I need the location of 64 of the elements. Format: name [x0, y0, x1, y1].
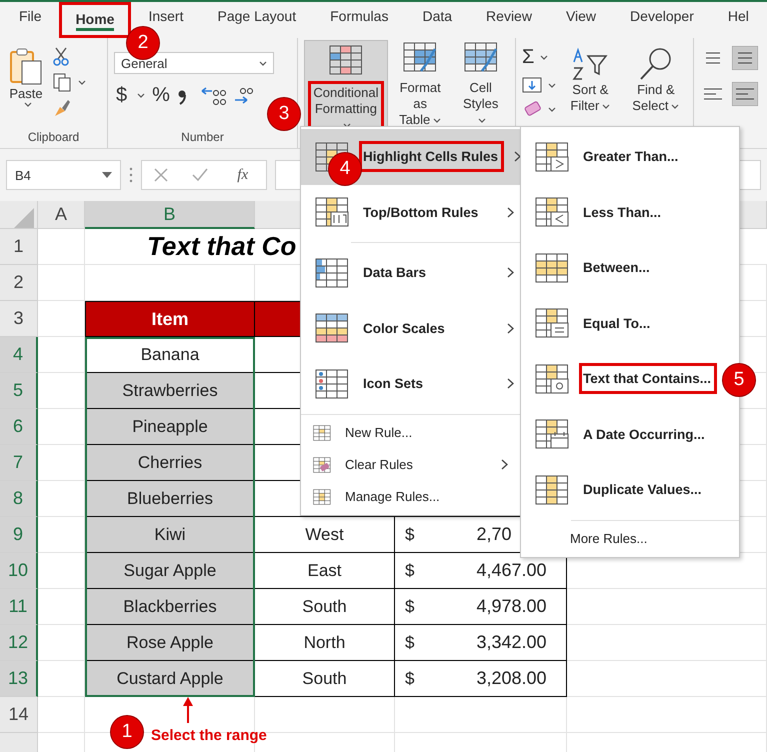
insert-function-button[interactable]: fx	[231, 166, 254, 184]
table-cell: Rose Apple	[85, 625, 255, 661]
row-header[interactable]: 4	[0, 337, 38, 373]
row-header[interactable]: 8	[0, 481, 38, 517]
row-header[interactable]: 13	[0, 661, 38, 697]
number-format-dropdown[interactable]: General	[114, 52, 274, 74]
currency-button[interactable]: $	[114, 84, 130, 107]
table-cell: Sugar Apple	[85, 553, 255, 589]
row-header[interactable]: 6	[0, 409, 38, 445]
table-cell: Blueberries	[85, 481, 255, 517]
table-cell: West	[255, 517, 395, 553]
table-cell: $ 3,342.00	[395, 625, 567, 661]
table-cell: Pineapple	[85, 409, 255, 445]
table-cell: South	[255, 661, 395, 697]
table-header-cell: Item	[85, 301, 255, 337]
ribbon-tab[interactable]: Developer	[627, 6, 697, 30]
menu-item[interactable]: Manage Rules...	[301, 480, 520, 512]
annotation-text: Select the range	[151, 727, 267, 744]
row-header[interactable]: 1	[0, 229, 38, 265]
ribbon-tab[interactable]: Formulas	[327, 6, 392, 30]
step-badge: 1	[111, 716, 143, 748]
row-header[interactable]: 9	[0, 517, 38, 553]
table-cell: Blackberries	[85, 589, 255, 625]
autosum-button[interactable]: Σ	[522, 46, 556, 69]
table-cell: $ 3,208.00	[395, 661, 567, 697]
table-cell: Cherries	[85, 445, 255, 481]
menu-item[interactable]: Icon Sets	[301, 356, 520, 412]
ribbon-tab[interactable]: File	[16, 6, 45, 30]
row-header[interactable]: 10	[0, 553, 38, 589]
table-cell: South	[255, 589, 395, 625]
menu-item[interactable]: New Rule...	[301, 416, 520, 448]
row-header[interactable]: 14	[0, 697, 38, 733]
group-label: Clipboard	[26, 129, 80, 146]
ribbon-tab[interactable]: Data	[419, 6, 456, 30]
menu-item[interactable]: Clear Rules	[301, 448, 520, 480]
menu-item[interactable]: Duplicate Values...	[521, 462, 721, 518]
table-cell: East	[255, 553, 395, 589]
row-header[interactable]: 7	[0, 445, 38, 481]
name-box[interactable]: B4	[6, 160, 121, 190]
table-cell: $ 4,978.00	[395, 589, 567, 625]
row-header[interactable]: 12	[0, 625, 38, 661]
table-cell: Strawberries	[85, 373, 255, 409]
column-header[interactable]: B	[85, 201, 255, 229]
table-cell: North	[255, 625, 395, 661]
row-header[interactable]: 3	[0, 301, 38, 337]
column-header[interactable]: A	[38, 201, 85, 229]
menu-item[interactable]: Color Scales	[301, 300, 520, 356]
menu-item[interactable]: Equal To...	[521, 296, 721, 351]
table-cell: Custard Apple	[85, 661, 255, 697]
percent-button[interactable]: %	[150, 84, 172, 107]
ribbon-tab[interactable]: Hel	[724, 6, 752, 30]
row-header[interactable]: 11	[0, 589, 38, 625]
ribbon-tab[interactable]: View	[562, 6, 600, 30]
ribbon-tab[interactable]: Page Layout	[214, 6, 300, 30]
paste-button[interactable]: Paste	[6, 44, 46, 128]
step-badge: 5	[723, 364, 755, 396]
table-cell: Kiwi	[85, 517, 255, 553]
row-header[interactable]: 5	[0, 373, 38, 409]
row-header[interactable]: 2	[0, 265, 38, 301]
menu-item[interactable]: Text that Contains...	[521, 351, 721, 406]
group-label: Number	[180, 129, 225, 146]
ribbon-tab[interactable]: Insert	[145, 6, 186, 30]
ribbon-tab[interactable]: Review	[483, 6, 535, 30]
menu-item[interactable]: A Date Occurring...	[521, 406, 721, 462]
